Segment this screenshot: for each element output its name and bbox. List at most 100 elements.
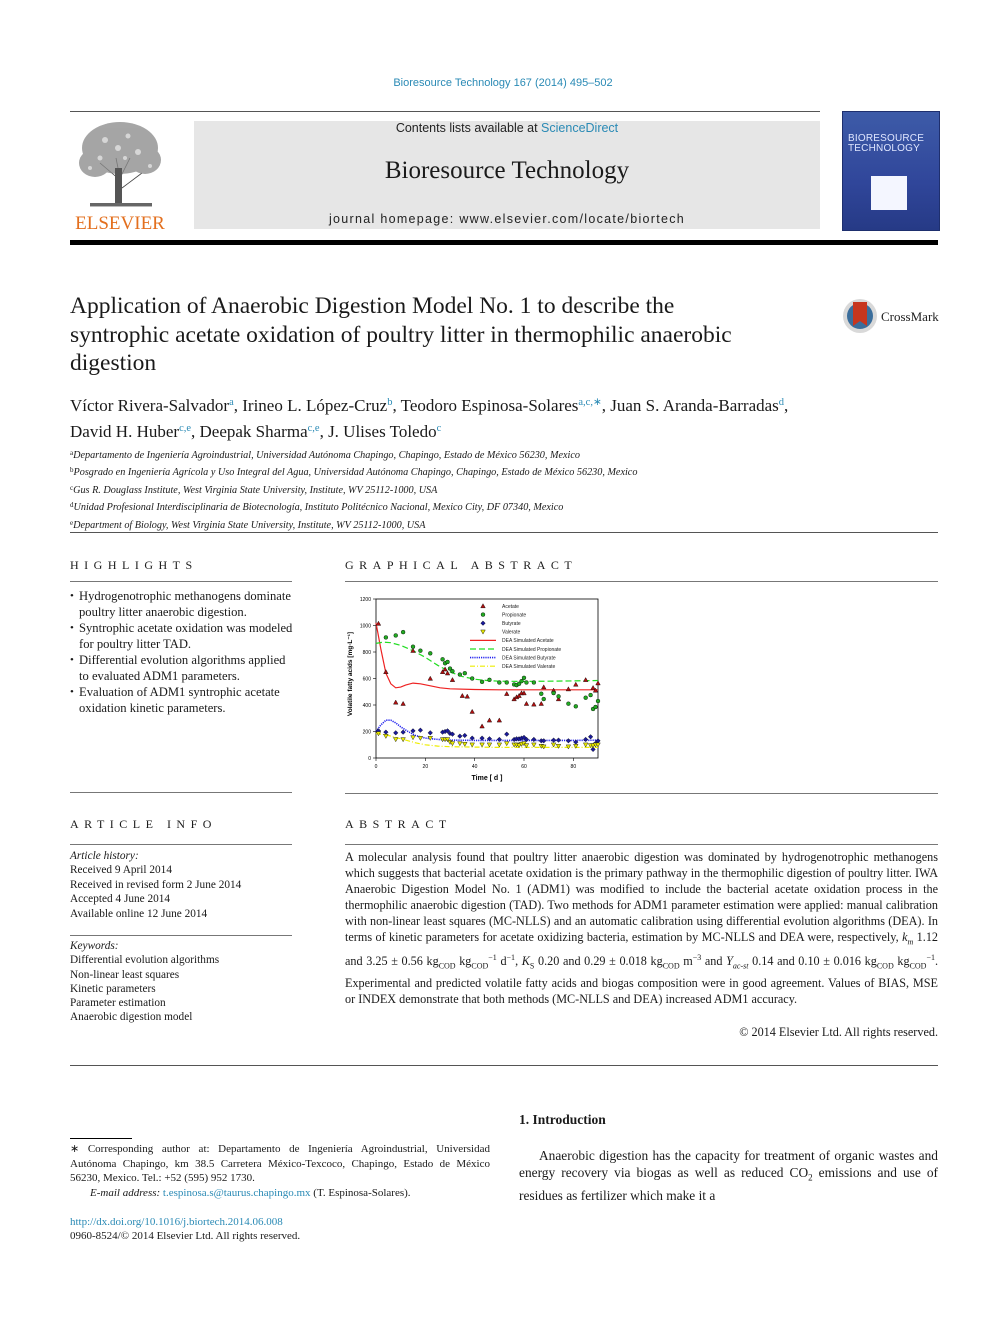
abstract-part: , [515, 954, 522, 969]
data-point-propionate [479, 679, 485, 684]
legend-label: DEA Simulated Valerate [502, 664, 555, 670]
data-point-propionate [583, 695, 588, 700]
graphical-abstract-bottom-rule [345, 793, 938, 794]
author-affiliation-mark[interactable]: d [779, 397, 784, 408]
data-point-propionate [504, 680, 509, 685]
graphical-abstract-rule [345, 581, 938, 582]
author-name[interactable]: David H. Huber [70, 422, 179, 441]
journal-name: Bioresource Technology [384, 157, 630, 184]
abstract-superscript: −1 [506, 953, 516, 963]
affiliation-item: eDepartment of Biology, West Virginia St… [70, 516, 830, 533]
highlights-heading: HIGHLIGHTS [70, 558, 198, 572]
abstract-symbol: K [521, 954, 530, 969]
x-tick-label: 0 [375, 764, 378, 770]
keyword-item: Anaerobic digestion model [70, 1011, 193, 1024]
author-name[interactable]: Deepak Sharma [200, 422, 308, 441]
article-info-rule [70, 844, 292, 845]
keyword-item: Parameter estimation [70, 997, 166, 1010]
keyword-item: Differential evolution algorithms [70, 954, 220, 967]
cover-figure [871, 176, 907, 210]
affiliation-text: Department of Biology, West Virginia Sta… [73, 519, 426, 531]
journal-cover-thumbnail[interactable]: BIORESOURCE TECHNOLOGY [842, 111, 940, 231]
y-tick-label: 0 [368, 756, 371, 762]
header-rule [70, 111, 820, 112]
abstract-subscript: COD [909, 961, 927, 971]
sciencedirect-link[interactable]: ScienceDirect [541, 121, 618, 135]
author-name[interactable]: Víctor Rivera-Salvador [70, 396, 229, 415]
email-link[interactable]: t.espinosa.s@taurus.chapingo.mx [163, 1187, 311, 1199]
data-point-propionate [566, 701, 571, 706]
author-affiliation-mark[interactable]: b [387, 397, 392, 408]
y-tick-label: 1000 [360, 624, 371, 630]
data-point-propionate [462, 671, 467, 676]
y-tick-label: 600 [363, 677, 372, 683]
abstract-part: d [496, 954, 507, 969]
author-affiliation-mark[interactable]: a,c,∗ [578, 397, 601, 408]
crossmark-button[interactable]: CrossMark [842, 296, 942, 336]
email-label: E-mail address: [90, 1186, 163, 1199]
author-affiliation-mark[interactable]: c,e [308, 423, 320, 434]
journal-reference-link[interactable]: Bioresource Technology 167 (2014) 495–50… [0, 77, 992, 89]
legend-label: Acetate [502, 604, 519, 610]
y-axis-label: Volatile fatty acids [mg·L⁻¹] [347, 632, 354, 716]
legend-label: Propionate [502, 612, 526, 618]
data-point-propionate [470, 676, 475, 681]
author-affiliation-mark[interactable]: a [229, 397, 234, 408]
data-point-propionate [497, 680, 502, 685]
data-point-propionate [410, 644, 416, 649]
data-point-propionate [428, 651, 433, 656]
x-tick-label: 40 [472, 764, 478, 770]
legend-label: DEA Simulated Butyrate [502, 655, 556, 661]
history-item: Accepted 4 June 2014 [70, 893, 171, 906]
legend-label: Valerate [502, 630, 520, 636]
abstract-heading: ABSTRACT [345, 817, 452, 831]
highlights-list: Hydrogenotrophic methanogens dominate po… [70, 588, 296, 716]
author-name[interactable]: Teodoro Espinosa-Solares [401, 396, 579, 415]
data-point-propionate [440, 657, 445, 662]
x-tick-label: 60 [521, 764, 527, 770]
highlight-item: Evaluation of ADM1 syntrophic acetate ox… [70, 684, 296, 716]
legend-marker-propionate [480, 612, 486, 617]
author-name[interactable]: Juan S. Aranda-Barradas [610, 396, 779, 415]
journal-homepage-link[interactable]: journal homepage: www.elsevier.com/locat… [194, 212, 820, 226]
author-affiliation-mark[interactable]: c,e [179, 423, 191, 434]
highlights-bottom-rule [70, 792, 292, 793]
vfa-chart-svg: 0 200 400 600 800 1000 1200 0 20 40 60 80 Acetate Pr… [347, 597, 601, 782]
author-affiliation-mark[interactable]: c [437, 423, 442, 434]
author-name[interactable]: J. Ulises Toledo [328, 422, 437, 441]
keywords-label: Keywords: [70, 940, 119, 952]
abstract-part: m [679, 954, 693, 969]
abstract-superscript: −1 [926, 953, 935, 963]
abstract-rule [345, 844, 938, 845]
abstract-part: kg [893, 954, 910, 969]
abstract-subscript: COD [876, 961, 894, 971]
abstract-subscript: COD [438, 961, 456, 971]
y-tick-label: 400 [363, 703, 372, 709]
data-point-propionate [450, 669, 455, 674]
keyword-item: Kinetic parameters [70, 982, 156, 995]
keyword-item: Non-linear least squares [70, 968, 180, 981]
abstract-text: A molecular analysis found that poultry … [345, 849, 938, 1007]
article-title: Application of Anaerobic Digestion Model… [70, 293, 732, 376]
data-point-propionate [383, 635, 389, 640]
abstract-subscript: ac-st [732, 961, 749, 971]
affiliation-item: cGus R. Douglass Institute, West Virgini… [70, 481, 830, 498]
data-point-propionate [531, 680, 537, 685]
graphical-abstract-heading: GRAPHICAL ABSTRACT [345, 558, 578, 572]
y-tick-label: 800 [363, 650, 372, 656]
data-point-propionate [487, 677, 492, 682]
doi-link[interactable]: http://dx.doi.org/10.1016/j.biortech.201… [70, 1216, 283, 1228]
legend-label: DEA Simulated Acetate [502, 638, 554, 644]
data-point-propionate [524, 680, 529, 685]
abstract-symbol: Y [726, 954, 733, 969]
data-point-propionate [445, 659, 450, 665]
graphical-abstract-chart[interactable]: 0 200 400 600 800 1000 1200 0 20 40 60 80 Acetate Pr… [340, 590, 610, 790]
data-point-propionate [593, 704, 598, 710]
journal-banner: Contents lists available at ScienceDirec… [194, 121, 820, 229]
abstract-subscript: COD [471, 961, 489, 971]
data-point-propionate [400, 629, 406, 635]
x-axis-label: Time [ d ] [472, 775, 503, 782]
elsevier-logo[interactable]: ELSEVIER [70, 118, 170, 234]
author-name[interactable]: Irineo L. López-Cruz [242, 396, 387, 415]
corresponding-author-text: ∗ Corresponding author at: Departamento … [70, 1143, 490, 1185]
